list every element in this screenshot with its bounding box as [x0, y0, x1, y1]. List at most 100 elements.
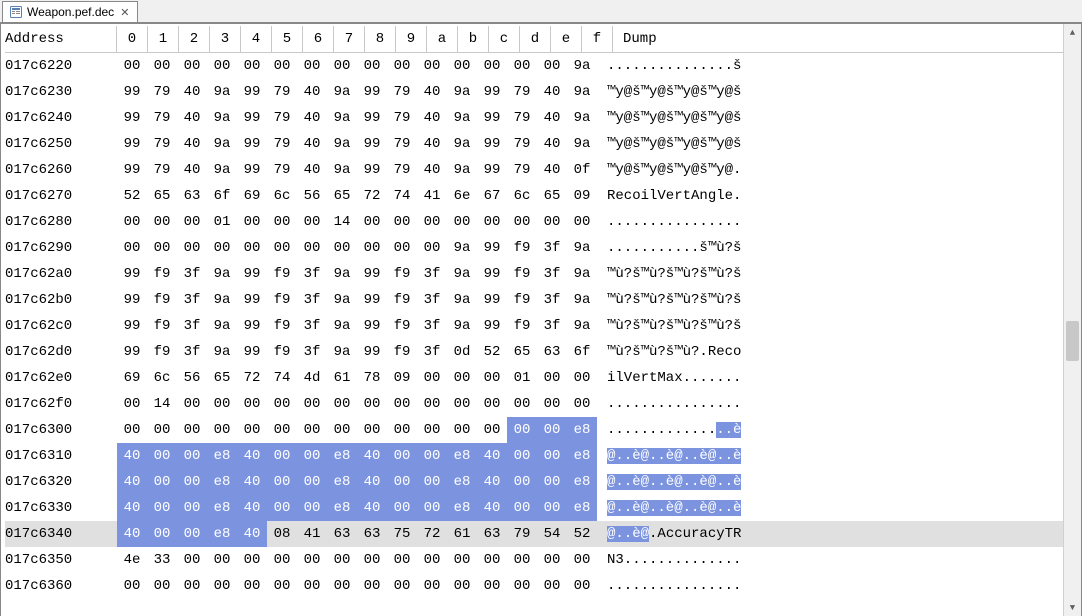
hex-byte[interactable]: 00: [177, 573, 207, 599]
hex-byte[interactable]: 00: [417, 573, 447, 599]
hex-byte[interactable]: 40: [477, 495, 507, 521]
hex-byte[interactable]: 00: [177, 443, 207, 469]
hex-byte[interactable]: 00: [237, 235, 267, 261]
hex-byte[interactable]: 40: [417, 157, 447, 183]
hex-byte[interactable]: 00: [387, 235, 417, 261]
hex-byte[interactable]: f9: [147, 287, 177, 313]
hex-byte[interactable]: 00: [117, 573, 147, 599]
hex-byte[interactable]: 40: [117, 443, 147, 469]
hex-byte[interactable]: 9a: [447, 79, 477, 105]
hex-byte[interactable]: 61: [327, 365, 357, 391]
hex-byte[interactable]: 00: [387, 391, 417, 417]
hex-byte[interactable]: 00: [387, 209, 417, 235]
scroll-thumb[interactable]: [1066, 321, 1079, 361]
hex-byte[interactable]: 79: [147, 131, 177, 157]
hex-byte[interactable]: 00: [417, 469, 447, 495]
hex-byte[interactable]: 00: [207, 391, 237, 417]
hex-byte[interactable]: 00: [507, 53, 537, 79]
hex-byte[interactable]: 65: [327, 183, 357, 209]
hex-byte[interactable]: 00: [207, 547, 237, 573]
hex-byte[interactable]: f9: [387, 287, 417, 313]
hex-byte[interactable]: 00: [507, 547, 537, 573]
hex-byte[interactable]: f9: [147, 339, 177, 365]
hex-byte[interactable]: 00: [297, 53, 327, 79]
hex-byte[interactable]: 00: [507, 417, 537, 443]
hex-byte[interactable]: 56: [177, 365, 207, 391]
hex-byte[interactable]: 99: [117, 313, 147, 339]
close-icon[interactable]: ✕: [118, 6, 131, 19]
hex-byte[interactable]: 3f: [297, 339, 327, 365]
hex-byte[interactable]: 9a: [447, 131, 477, 157]
hex-byte[interactable]: f9: [507, 313, 537, 339]
hex-byte[interactable]: 00: [417, 495, 447, 521]
hex-byte[interactable]: 3f: [177, 339, 207, 365]
hex-byte[interactable]: 40: [357, 495, 387, 521]
hex-byte[interactable]: 00: [267, 417, 297, 443]
ascii-dump[interactable]: @..è@..è@..è@..è: [597, 443, 741, 469]
hex-byte[interactable]: 00: [297, 547, 327, 573]
hex-byte[interactable]: 9a: [567, 105, 597, 131]
hex-byte[interactable]: 00: [327, 573, 357, 599]
hex-byte[interactable]: 3f: [297, 287, 327, 313]
hex-byte[interactable]: 00: [237, 53, 267, 79]
hex-byte[interactable]: 3f: [417, 261, 447, 287]
hex-byte[interactable]: f9: [267, 261, 297, 287]
hex-byte[interactable]: 9a: [567, 131, 597, 157]
hex-byte[interactable]: 99: [477, 313, 507, 339]
hex-byte[interactable]: e8: [567, 469, 597, 495]
hex-byte[interactable]: 69: [117, 365, 147, 391]
hex-byte[interactable]: 79: [267, 105, 297, 131]
hex-byte[interactable]: 00: [537, 209, 567, 235]
hex-row[interactable]: 017c62f000140000000000000000000000000000…: [5, 391, 1063, 417]
hex-byte[interactable]: 40: [117, 495, 147, 521]
ascii-dump[interactable]: ™y@š™y@š™y@š™y@š: [597, 105, 741, 131]
hex-byte[interactable]: 6f: [207, 183, 237, 209]
hex-byte[interactable]: 00: [267, 573, 297, 599]
hex-byte[interactable]: 00: [237, 391, 267, 417]
hex-byte[interactable]: 40: [297, 105, 327, 131]
hex-byte[interactable]: 00: [297, 443, 327, 469]
hex-byte[interactable]: 6c: [267, 183, 297, 209]
hex-byte[interactable]: 3f: [417, 287, 447, 313]
hex-byte[interactable]: 99: [357, 261, 387, 287]
hex-byte[interactable]: f9: [267, 287, 297, 313]
hex-byte[interactable]: 99: [357, 105, 387, 131]
hex-byte[interactable]: 00: [417, 235, 447, 261]
hex-byte[interactable]: 40: [297, 79, 327, 105]
hex-row[interactable]: 017c62705265636f696c56657274416e676c6509…: [5, 183, 1063, 209]
ascii-dump[interactable]: ™ù?š™ù?š™ù?.Reco: [597, 339, 741, 365]
hex-byte[interactable]: 9a: [207, 261, 237, 287]
hex-byte[interactable]: 00: [357, 547, 387, 573]
hex-byte[interactable]: 00: [297, 573, 327, 599]
hex-byte[interactable]: 00: [387, 573, 417, 599]
hex-byte[interactable]: 00: [177, 209, 207, 235]
hex-byte[interactable]: 79: [147, 157, 177, 183]
hex-row[interactable]: 017c62609979409a9979409a9979409a9979400f…: [5, 157, 1063, 183]
hex-byte[interactable]: e8: [207, 469, 237, 495]
hex-byte[interactable]: 00: [507, 391, 537, 417]
hex-byte[interactable]: 41: [417, 183, 447, 209]
hex-byte[interactable]: 00: [477, 573, 507, 599]
hex-byte[interactable]: 9a: [207, 79, 237, 105]
hex-byte[interactable]: 00: [477, 365, 507, 391]
hex-row[interactable]: 017c62a099f93f9a99f93f9a99f93f9a99f93f9a…: [5, 261, 1063, 287]
hex-byte[interactable]: 00: [537, 365, 567, 391]
hex-byte[interactable]: 99: [477, 235, 507, 261]
hex-byte[interactable]: 00: [387, 495, 417, 521]
ascii-dump[interactable]: ™ù?š™ù?š™ù?š™ù?š: [597, 261, 741, 287]
hex-byte[interactable]: 40: [177, 157, 207, 183]
hex-byte[interactable]: 00: [177, 391, 207, 417]
hex-byte[interactable]: 00: [417, 443, 447, 469]
hex-byte[interactable]: 00: [417, 365, 447, 391]
hex-byte[interactable]: 9a: [207, 313, 237, 339]
hex-byte[interactable]: 00: [117, 53, 147, 79]
hex-byte[interactable]: 00: [147, 521, 177, 547]
hex-byte[interactable]: 40: [117, 521, 147, 547]
hex-byte[interactable]: 14: [327, 209, 357, 235]
hex-byte[interactable]: 74: [387, 183, 417, 209]
hex-byte[interactable]: 67: [477, 183, 507, 209]
hex-byte[interactable]: 01: [507, 365, 537, 391]
hex-byte[interactable]: 65: [507, 339, 537, 365]
hex-byte[interactable]: 79: [267, 157, 297, 183]
hex-byte[interactable]: 63: [477, 521, 507, 547]
